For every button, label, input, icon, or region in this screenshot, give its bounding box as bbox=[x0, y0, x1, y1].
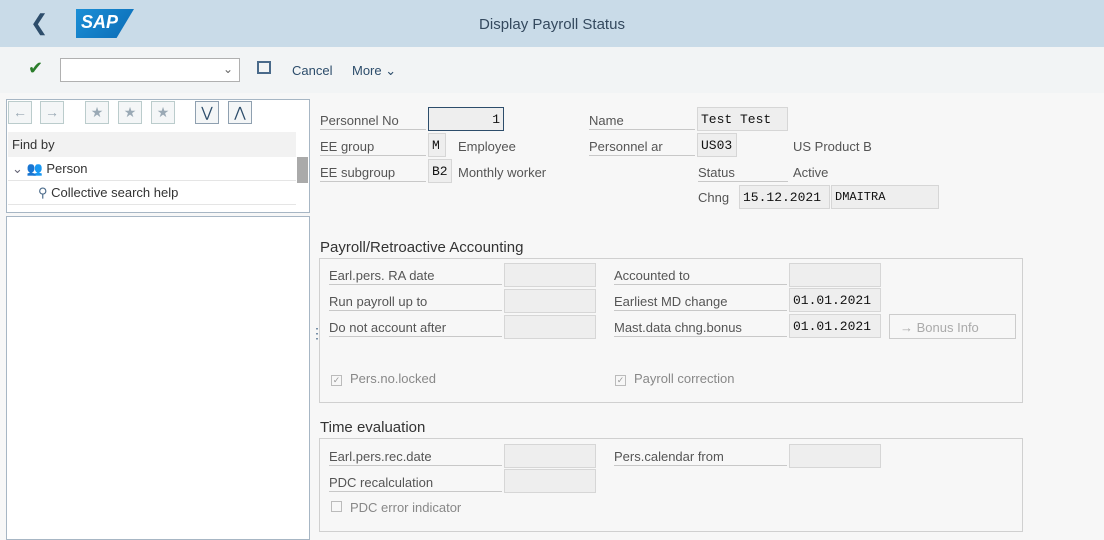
ee-group-field: M bbox=[428, 133, 446, 157]
more-label: More bbox=[352, 63, 382, 78]
tree-label: Person bbox=[46, 161, 88, 176]
check-icon[interactable]: ✔ bbox=[28, 58, 43, 79]
payroll-correction-checkbox[interactable]: ✓ Payroll correction bbox=[615, 371, 734, 386]
checkbox-icon: ✓ bbox=[331, 375, 342, 386]
pdc-recalc-field bbox=[504, 469, 596, 493]
arrow-right-icon[interactable]: → bbox=[40, 101, 64, 124]
ee-group-label: EE group bbox=[320, 134, 426, 156]
chevron-down-icon[interactable]: ⌄ bbox=[12, 161, 23, 176]
more-button[interactable]: More ⌄ bbox=[352, 63, 396, 79]
earl-rec-label: Earl.pers.rec.date bbox=[329, 444, 502, 466]
no-account-label: Do not account after bbox=[329, 315, 502, 337]
checkbox-icon: ✓ bbox=[615, 375, 626, 386]
find-by-header: Find by bbox=[8, 132, 296, 157]
chng-label: Chng bbox=[698, 190, 730, 205]
tree-item-person[interactable]: ⌄ 👥 Person bbox=[8, 157, 296, 181]
personnel-no-field[interactable]: 1 bbox=[428, 107, 504, 131]
status-label: Status bbox=[698, 160, 788, 182]
ee-subgroup-label: EE subgroup bbox=[320, 160, 426, 182]
bonus-info-button[interactable]: → Bonus Info bbox=[889, 314, 1016, 339]
ee-subgroup-field: B2 bbox=[428, 159, 452, 183]
chevron-down-icon[interactable]: ⌄ bbox=[223, 62, 233, 76]
personnel-area-label: Personnel ar bbox=[589, 134, 695, 156]
earl-rec-field bbox=[504, 444, 596, 468]
pers-locked-checkbox[interactable]: ✓ Pers.no.locked bbox=[331, 371, 436, 386]
accounted-field bbox=[789, 263, 881, 287]
mast-bonus-field: 01.01.2021 bbox=[789, 314, 881, 338]
command-field[interactable]: ⌄ bbox=[60, 58, 240, 82]
status-value: Active bbox=[793, 165, 829, 180]
run-upto-field bbox=[504, 289, 596, 313]
ee-subgroup-text: Monthly worker bbox=[458, 165, 547, 180]
payroll-correction-label: Payroll correction bbox=[634, 371, 735, 386]
collapse-all-icon[interactable]: ⋀ bbox=[228, 101, 252, 124]
chng-user-field: DMAITRA bbox=[831, 185, 939, 209]
person-group-icon: 👥 bbox=[26, 161, 43, 176]
scrollbar[interactable] bbox=[297, 157, 308, 183]
expand-all-icon[interactable]: ⋁ bbox=[195, 101, 219, 124]
star-add-icon[interactable]: ★ bbox=[85, 101, 109, 124]
personnel-no-label: Personnel No bbox=[320, 108, 426, 130]
earliest-md-label: Earliest MD change bbox=[614, 289, 787, 311]
pdc-error-checkbox[interactable]: PDC error indicator bbox=[331, 500, 461, 515]
time-section-title: Time evaluation bbox=[320, 419, 426, 436]
earl-ra-label: Earl.pers. RA date bbox=[329, 263, 502, 285]
tree-label: Collective search help bbox=[51, 185, 179, 200]
name-field: Test Test bbox=[697, 107, 788, 131]
search-icon: ⚲ bbox=[38, 185, 48, 200]
checkbox-icon bbox=[331, 501, 342, 512]
arrow-left-icon[interactable]: ← bbox=[8, 101, 32, 124]
pdc-error-label: PDC error indicator bbox=[350, 500, 462, 515]
chevron-down-icon: ⌄ bbox=[385, 63, 397, 78]
cal-from-label: Pers.calendar from bbox=[614, 444, 787, 466]
arrow-right-icon: → bbox=[900, 320, 913, 335]
pers-locked-label: Pers.no.locked bbox=[350, 371, 436, 386]
worklist-panel bbox=[6, 216, 310, 540]
star-delete-icon[interactable]: ★ bbox=[151, 101, 175, 124]
cancel-button[interactable]: Cancel bbox=[292, 63, 332, 78]
star-icon[interactable]: ★ bbox=[118, 101, 142, 124]
cal-from-field bbox=[789, 444, 881, 468]
accounted-label: Accounted to bbox=[614, 263, 787, 285]
name-label: Name bbox=[589, 108, 695, 130]
chng-date-field: 15.12.2021 bbox=[739, 185, 830, 209]
no-account-field bbox=[504, 315, 596, 339]
tree-item-collective-search[interactable]: ⚲ Collective search help bbox=[8, 181, 296, 205]
personnel-area-field: US03 bbox=[697, 133, 737, 157]
pdc-recalc-label: PDC recalculation bbox=[329, 470, 502, 492]
ee-group-text: Employee bbox=[458, 139, 516, 154]
run-upto-label: Run payroll up to bbox=[329, 289, 502, 311]
personnel-area-text: US Product B bbox=[793, 139, 872, 154]
mast-bonus-label: Mast.data chng.bonus bbox=[614, 315, 787, 337]
page-title: Display Payroll Status bbox=[479, 16, 625, 33]
earliest-md-field: 01.01.2021 bbox=[789, 288, 881, 312]
bonus-info-label: Bonus Info bbox=[916, 320, 979, 335]
image-icon[interactable] bbox=[257, 61, 271, 74]
payroll-section-title: Payroll/Retroactive Accounting bbox=[320, 239, 524, 256]
earl-ra-field bbox=[504, 263, 596, 287]
